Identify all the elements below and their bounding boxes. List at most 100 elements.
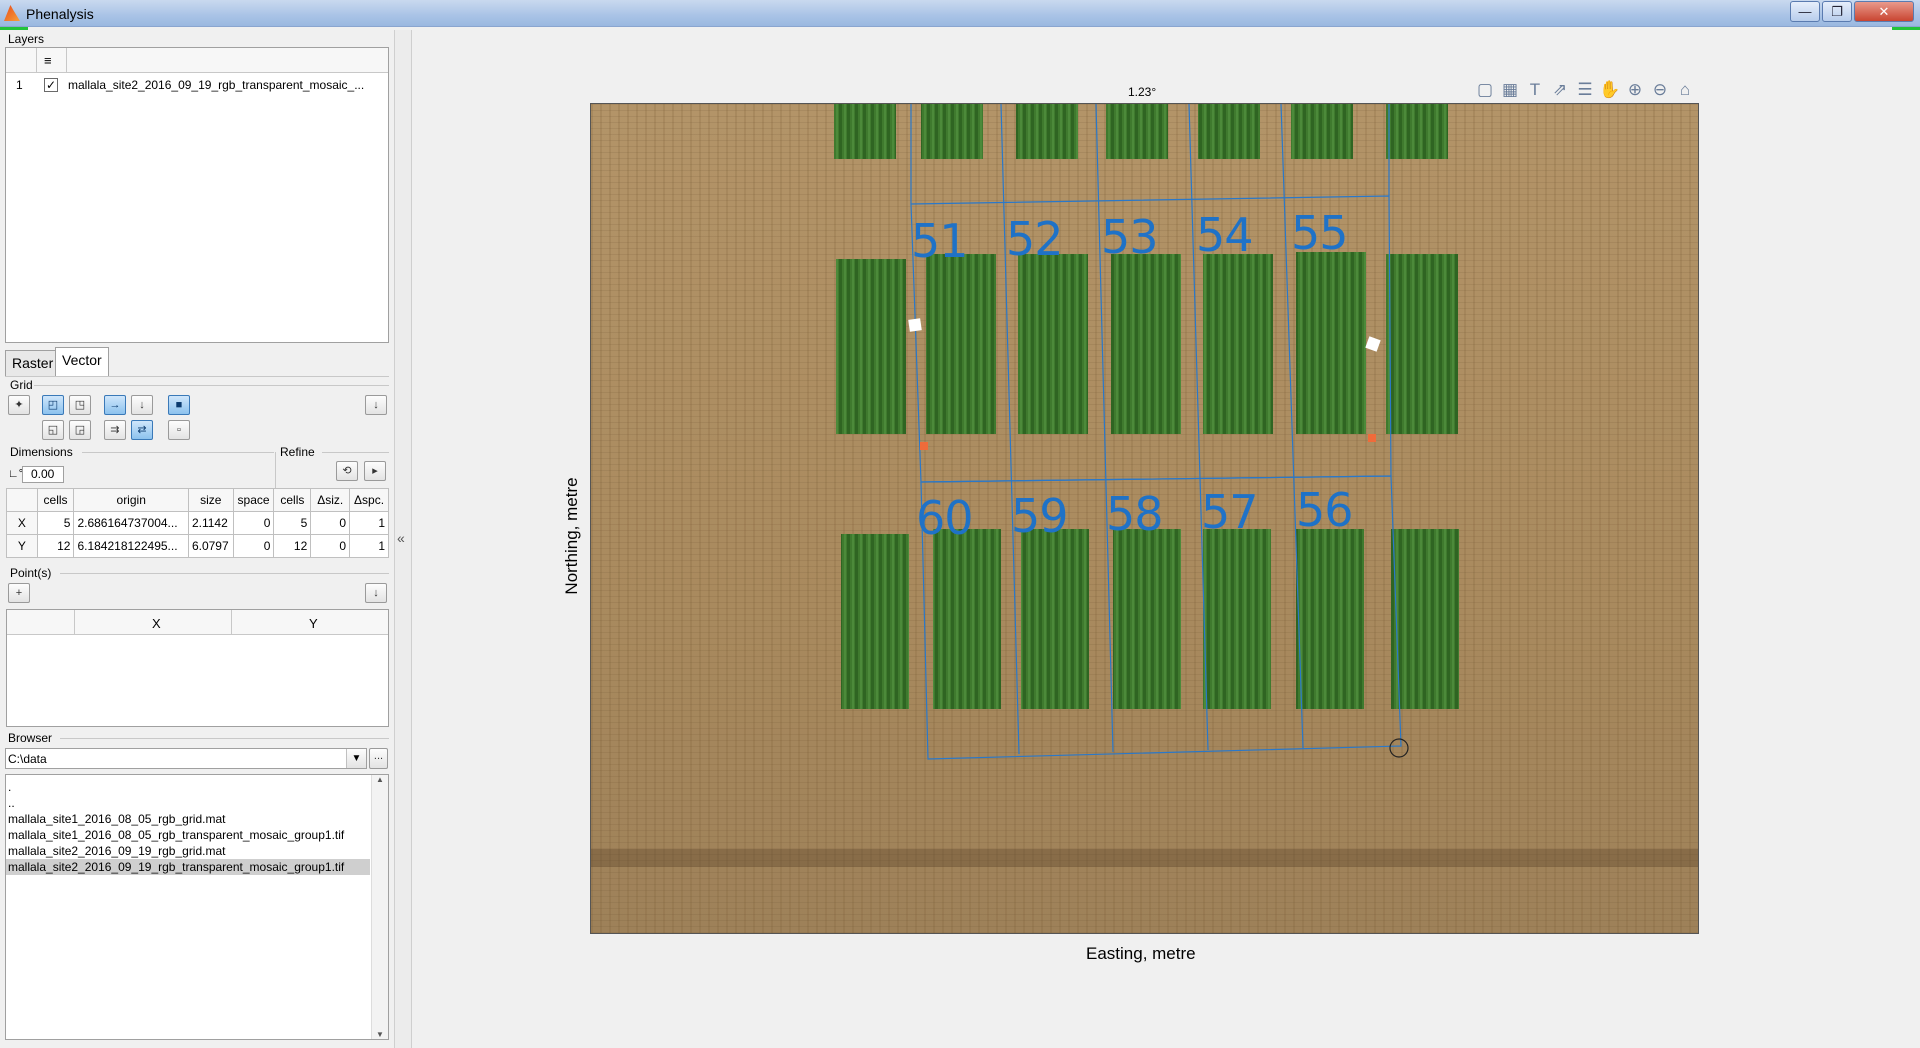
angle-input[interactable]: 0.00: [22, 466, 64, 483]
save-points-button[interactable]: ↓: [365, 583, 387, 603]
col-space: space: [232, 488, 275, 512]
plot-label: 51: [911, 214, 969, 268]
zoom-in-icon[interactable]: ⊕: [1624, 79, 1646, 101]
list-item[interactable]: .: [6, 779, 370, 795]
add-point-button[interactable]: +: [8, 583, 30, 603]
cell[interactable]: 6.184218122495...: [73, 534, 189, 558]
y-axis-label: Northing, metre: [562, 477, 581, 595]
browse-button[interactable]: ...: [369, 748, 388, 769]
plot-label: 53: [1101, 210, 1159, 264]
cell[interactable]: 1: [349, 511, 389, 535]
layer-row[interactable]: 1 ✓ mallala_site2_2016_09_19_rgb_transpa…: [6, 74, 388, 96]
direction-right-button[interactable]: →: [104, 395, 126, 415]
panel-splitter[interactable]: «: [394, 30, 412, 1048]
menu-icon[interactable]: ≡: [44, 53, 52, 68]
list-item[interactable]: mallala_site2_2016_09_19_rgb_grid.mat: [6, 843, 370, 859]
plot-label: 60: [916, 491, 974, 545]
col-origin: origin: [73, 488, 189, 512]
save-grid-button[interactable]: ↓: [365, 395, 387, 415]
layer-visible-checkbox[interactable]: ✓: [44, 78, 58, 92]
layer-index: 1: [16, 78, 23, 92]
grid-corner-tl-button[interactable]: ◰: [42, 395, 64, 415]
close-button[interactable]: ✕: [1854, 1, 1914, 22]
cell[interactable]: 12: [36, 534, 75, 558]
points-table: X Y: [6, 609, 389, 727]
grid-dimensions-table: cells origin size space cells Δsiz. Δspc…: [6, 488, 389, 558]
row-axis: Y: [6, 534, 38, 558]
table-row[interactable]: X 5 2.686164737004... 2.1142 0 5 0 1: [6, 511, 389, 535]
brush-icon[interactable]: ▢: [1474, 79, 1496, 101]
reset-refine-button[interactable]: ⟲: [336, 461, 358, 481]
collapse-panel-icon[interactable]: «: [397, 530, 405, 546]
table-row[interactable]: Y 12 6.184218122495... 6.0797 0 12 0 1: [6, 534, 389, 558]
serpentine-button[interactable]: ⇉: [104, 420, 126, 440]
center-button[interactable]: ▫: [168, 420, 190, 440]
path-value: C:\data: [8, 752, 47, 766]
legend-icon[interactable]: ☰: [1574, 79, 1596, 101]
tab-raster[interactable]: Raster: [5, 350, 61, 376]
plot-label: 52: [1006, 212, 1064, 266]
home-icon[interactable]: ⌂: [1674, 79, 1696, 101]
plot-label: 59: [1011, 489, 1069, 543]
layers-header: ≡: [6, 48, 388, 73]
plot-label: 56: [1296, 483, 1354, 537]
cell[interactable]: 12: [273, 534, 312, 558]
plot-label: 57: [1201, 485, 1259, 539]
layers-table: ≡ 1 ✓ mallala_site2_2016_09_19_rgb_trans…: [5, 47, 389, 343]
cell[interactable]: 5: [273, 511, 312, 535]
fill-square-button[interactable]: ■: [168, 395, 190, 415]
cell[interactable]: 0: [232, 511, 275, 535]
plot-label: 58: [1106, 487, 1164, 541]
cell[interactable]: 6.0797: [187, 534, 234, 558]
list-item[interactable]: mallala_site2_2016_09_19_rgb_transparent…: [6, 859, 370, 875]
cell[interactable]: 2.1142: [187, 511, 234, 535]
minimize-button[interactable]: —: [1790, 1, 1820, 22]
text-icon[interactable]: T: [1524, 79, 1546, 101]
path-select[interactable]: C:\data ▼: [5, 748, 367, 769]
layers-label: Layers: [8, 32, 45, 46]
layer-name: mallala_site2_2016_09_19_rgb_transparent…: [68, 78, 365, 92]
list-item[interactable]: mallala_site1_2016_08_05_rgb_transparent…: [6, 827, 370, 843]
col-delta-size: Δsiz.: [310, 488, 351, 512]
export-icon[interactable]: ⇗: [1549, 79, 1571, 101]
col-delta-space: Δspc.: [349, 488, 389, 512]
cell[interactable]: 2.686164737004...: [73, 511, 189, 535]
file-list-scrollbar[interactable]: ▲ ▼: [371, 775, 388, 1039]
add-grid-button[interactable]: ✦: [8, 395, 30, 415]
maximize-button[interactable]: ❐: [1822, 1, 1852, 22]
plot-label: 54: [1196, 208, 1254, 262]
col-y: Y: [309, 616, 318, 631]
file-list: . .. mallala_site1_2016_08_05_rgb_grid.m…: [5, 774, 389, 1040]
title-bar: Phenalysis — ❐ ✕: [0, 0, 1920, 27]
map-plot-area[interactable]: 51 52 53 54 55 60 59 58 57 56: [590, 103, 1699, 934]
row-axis: X: [6, 511, 38, 535]
grid-corner-bl-button[interactable]: ◱: [42, 420, 64, 440]
cell[interactable]: 0: [232, 534, 275, 558]
plot-title: 1.23°: [1128, 85, 1157, 99]
cell[interactable]: 0: [310, 534, 351, 558]
browser-label: Browser: [8, 731, 53, 745]
cell[interactable]: 5: [36, 511, 75, 535]
cell[interactable]: 0: [310, 511, 351, 535]
tab-vector[interactable]: Vector: [55, 347, 109, 376]
accent-line: [1892, 27, 1920, 30]
swap-direction-button[interactable]: ⇄: [131, 420, 153, 440]
refine-label: Refine: [280, 445, 315, 459]
list-item[interactable]: mallala_site1_2016_08_05_rgb_grid.mat: [6, 811, 370, 827]
col-x: X: [152, 616, 161, 631]
points-label: Point(s): [10, 566, 52, 580]
grid-corner-br-button[interactable]: ◲: [69, 420, 91, 440]
chevron-down-icon[interactable]: ▼: [346, 749, 366, 768]
plot-label: 55: [1291, 206, 1349, 260]
accent-line: [0, 27, 28, 30]
window-title: Phenalysis: [26, 6, 94, 22]
cell[interactable]: 1: [349, 534, 389, 558]
grid-icon[interactable]: ▦: [1499, 79, 1521, 101]
grid-corner-tr-button[interactable]: ◳: [69, 395, 91, 415]
pan-icon[interactable]: ✋: [1599, 79, 1621, 101]
zoom-out-icon[interactable]: ⊖: [1649, 79, 1671, 101]
list-item[interactable]: ..: [6, 795, 370, 811]
col-cells: cells: [36, 488, 75, 512]
apply-refine-button[interactable]: ▸: [364, 461, 386, 481]
direction-down-button[interactable]: ↓: [131, 395, 153, 415]
